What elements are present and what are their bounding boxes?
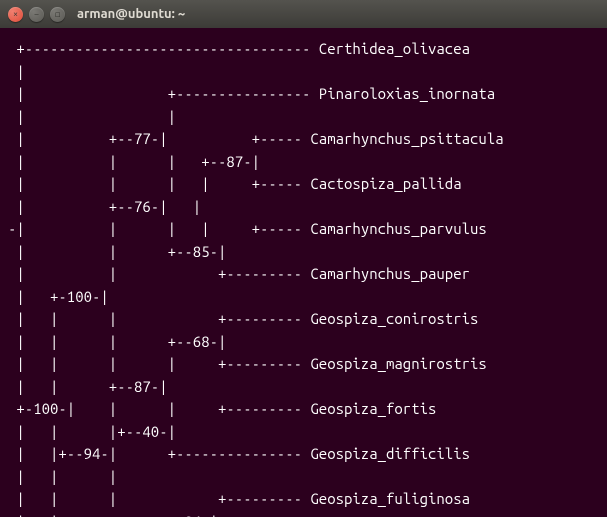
window-titlebar: × − ▫ arman@ubuntu: ~: [0, 0, 607, 28]
maximize-icon[interactable]: ▫: [50, 7, 65, 22]
close-icon[interactable]: ×: [8, 7, 23, 22]
phylogenetic-tree-output: +---------------------------------- Cert…: [8, 38, 599, 517]
window-title: arman@ubuntu: ~: [77, 7, 185, 21]
terminal-area[interactable]: +---------------------------------- Cert…: [0, 28, 607, 517]
minimize-icon[interactable]: −: [29, 7, 44, 22]
